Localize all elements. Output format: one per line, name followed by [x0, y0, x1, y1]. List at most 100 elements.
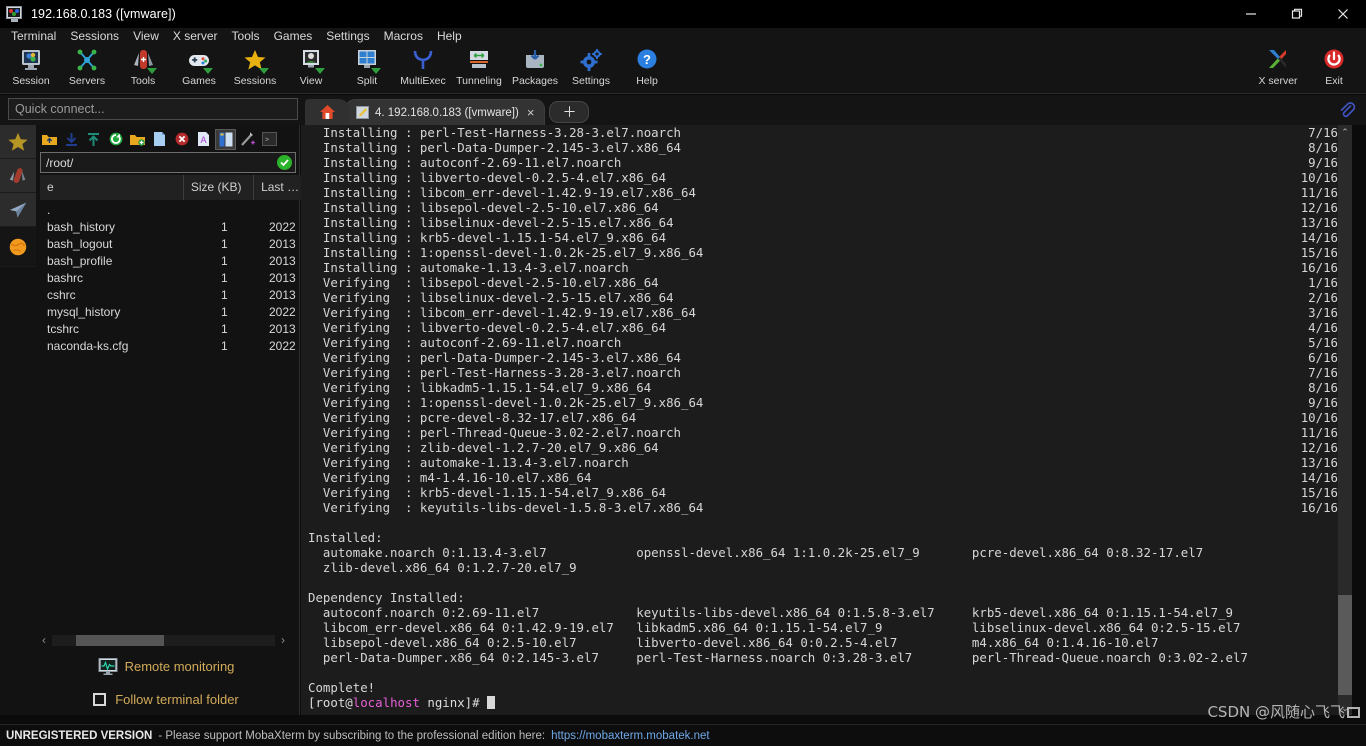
- macros-globe-icon: [9, 238, 27, 255]
- terminal-line-text: Verifying : krb5-devel-1.15.1-54.el7_9.x…: [308, 485, 667, 500]
- terminal-line-text: Verifying : libselinux-devel-2.5-15.el7.…: [308, 290, 674, 305]
- file-row[interactable]: bash_logout 1 2013: [40, 235, 332, 252]
- terminal-line: autoconf.noarch 0:2.69-11.el7 keyutils-l…: [301, 605, 1352, 620]
- new-tab-button[interactable]: ＋: [549, 101, 590, 123]
- terminal-line: Verifying : pcre-devel-8.32-17.el7.x86_6…: [301, 410, 1352, 425]
- text-edit-icon[interactable]: A: [194, 130, 213, 149]
- toolbar-multiexec-button[interactable]: MultiExec: [395, 44, 451, 94]
- menu-games[interactable]: Games: [267, 28, 320, 44]
- file-row[interactable]: .: [40, 201, 332, 218]
- menu-settings[interactable]: Settings: [319, 28, 376, 44]
- file-size: 1: [221, 338, 228, 353]
- column-header-name[interactable]: e: [40, 175, 184, 200]
- split-view-icon[interactable]: [215, 128, 236, 150]
- menu-x-server[interactable]: X server: [166, 28, 225, 44]
- sftp-horizontal-scrollbar[interactable]: ‹ ›: [36, 631, 291, 649]
- file-row[interactable]: mysql_history 1 2022: [40, 303, 332, 320]
- toolbar-tools-button[interactable]: Tools: [115, 44, 171, 94]
- toolbar-help-button[interactable]: ? Help: [619, 44, 675, 94]
- toolbar-tunneling-button[interactable]: Tunneling: [451, 44, 507, 94]
- scroll-thumb[interactable]: [76, 634, 164, 646]
- menu-terminal[interactable]: Terminal: [4, 28, 63, 44]
- toolbar-tunneling-label: Tunneling: [456, 75, 502, 87]
- terminal-output-pane[interactable]: Installing : perl-Test-Harness-3.28-3.el…: [301, 125, 1352, 715]
- terminal-vertical-scrollbar[interactable]: ⌃ ⌄: [1338, 125, 1352, 715]
- magic-wand-icon[interactable]: [238, 130, 257, 149]
- remote-monitoring-button[interactable]: Remote monitoring: [36, 655, 296, 677]
- menu-tools[interactable]: Tools: [225, 28, 267, 44]
- terminal-progress-count: 14/16: [1300, 470, 1338, 485]
- toolbar-right-group: X server Exit: [1250, 44, 1366, 94]
- terminal-scroll-up-arrow[interactable]: ⌃: [1338, 125, 1352, 139]
- file-row[interactable]: bash_history 1 2022: [40, 218, 332, 235]
- rail-favorites-button[interactable]: [0, 125, 36, 159]
- new-folder-icon[interactable]: [128, 130, 147, 149]
- menu-help[interactable]: Help: [430, 28, 469, 44]
- terminal-progress-count: 12/16: [1300, 200, 1338, 215]
- terminal-line: Verifying : libselinux-devel-2.5-15.el7.…: [301, 290, 1352, 305]
- prompt-host: localhost: [352, 695, 420, 710]
- file-row[interactable]: bash_profile 1 2013: [40, 252, 332, 269]
- terminal-progress-count: 7/16: [1308, 365, 1338, 380]
- toolbar-packages-button[interactable]: Packages: [507, 44, 563, 94]
- tunneling-icon: [466, 47, 492, 73]
- tab-session-1[interactable]: 4. 192.168.0.183 ([vmware]) ×: [345, 99, 546, 125]
- terminal-line: Verifying : keyutils-libs-devel-1.5.8-3.…: [301, 500, 1352, 515]
- new-file-icon[interactable]: [150, 130, 169, 149]
- follow-terminal-folder-checkbox[interactable]: [93, 692, 107, 706]
- tab-home[interactable]: [305, 99, 349, 125]
- terminal-line: Verifying : automake-1.13.4-3.el7.noarch…: [301, 455, 1352, 470]
- toolbar-settings-button[interactable]: Settings: [563, 44, 619, 94]
- delete-icon[interactable]: [172, 130, 191, 149]
- terminal-progress-count: 13/16: [1300, 455, 1338, 470]
- file-row[interactable]: tcshrc 1 2013: [40, 320, 332, 337]
- mobaxterm-link[interactable]: https://mobaxterm.mobatek.net: [551, 730, 710, 742]
- scroll-track[interactable]: [52, 634, 275, 646]
- terminal-line: Verifying : libsepol-devel-2.5-10.el7.x8…: [301, 275, 1352, 290]
- terminal-line-text: Installing : perl-Test-Harness-3.28-3.el…: [308, 125, 681, 140]
- download-icon[interactable]: [62, 130, 81, 149]
- minimize-button[interactable]: [1228, 0, 1274, 28]
- window-title: 192.168.0.183 ([vmware]): [31, 7, 176, 21]
- rail-tools-button[interactable]: [0, 159, 36, 193]
- terminal-prompt-line: [root@localhost nginx]#: [301, 695, 1352, 710]
- toolbar-exit-button[interactable]: Exit: [1306, 44, 1362, 94]
- terminal-line-text: Verifying : autoconf-2.69-11.el7.noarch: [308, 335, 622, 350]
- terminal-scroll-thumb[interactable]: [1338, 595, 1352, 695]
- menu-macros[interactable]: Macros: [377, 28, 430, 44]
- file-list-header: e Size (KB) Last …: [40, 175, 330, 200]
- rail-sessions-button[interactable]: [0, 193, 36, 227]
- quick-connect-input[interactable]: Quick connect...: [8, 98, 298, 120]
- split-icon: [354, 47, 381, 74]
- refresh-icon[interactable]: [106, 130, 125, 149]
- menu-view[interactable]: View: [126, 28, 166, 44]
- terminal-icon[interactable]: >: [260, 130, 279, 149]
- terminal-line: libcom_err-devel.x86_64 0:1.42.9-19.el7 …: [301, 620, 1352, 635]
- menu-sessions[interactable]: Sessions: [63, 28, 126, 44]
- column-header-size[interactable]: Size (KB): [183, 175, 255, 200]
- upload-icon[interactable]: [84, 130, 103, 149]
- parent-folder-icon[interactable]: [40, 130, 59, 149]
- terminal-line-text: Verifying : libverto-devel-0.2.5-4.el7.x…: [308, 320, 667, 335]
- close-button[interactable]: [1320, 0, 1366, 28]
- packages-icon: [522, 47, 548, 73]
- maximize-restore-button[interactable]: [1274, 0, 1320, 28]
- prompt-prefix: [root@: [308, 695, 353, 710]
- toolbar-session-button[interactable]: Session: [3, 44, 59, 94]
- toolbar-servers-button[interactable]: Servers: [59, 44, 115, 94]
- tab-close-button[interactable]: ×: [525, 105, 537, 120]
- scroll-left-arrow[interactable]: ‹: [36, 633, 52, 647]
- toolbar-view-button[interactable]: View: [283, 44, 339, 94]
- paperclip-button[interactable]: [1336, 99, 1358, 121]
- file-row[interactable]: cshrc 1 2013: [40, 286, 332, 303]
- file-row[interactable]: naconda-ks.cfg 1 2022: [40, 337, 332, 354]
- file-row[interactable]: bashrc 1 2013: [40, 269, 332, 286]
- rail-macros-button[interactable]: [0, 227, 36, 267]
- toolbar-sessions-button[interactable]: Sessions: [227, 44, 283, 94]
- scroll-right-arrow[interactable]: ›: [275, 633, 291, 647]
- sftp-path-bar[interactable]: /root/: [40, 152, 296, 173]
- toolbar-split-button[interactable]: Split: [339, 44, 395, 94]
- toolbar-x-server-button[interactable]: X server: [1250, 44, 1306, 94]
- follow-terminal-folder-row[interactable]: Follow terminal folder: [36, 688, 296, 710]
- toolbar-games-button[interactable]: Games: [171, 44, 227, 94]
